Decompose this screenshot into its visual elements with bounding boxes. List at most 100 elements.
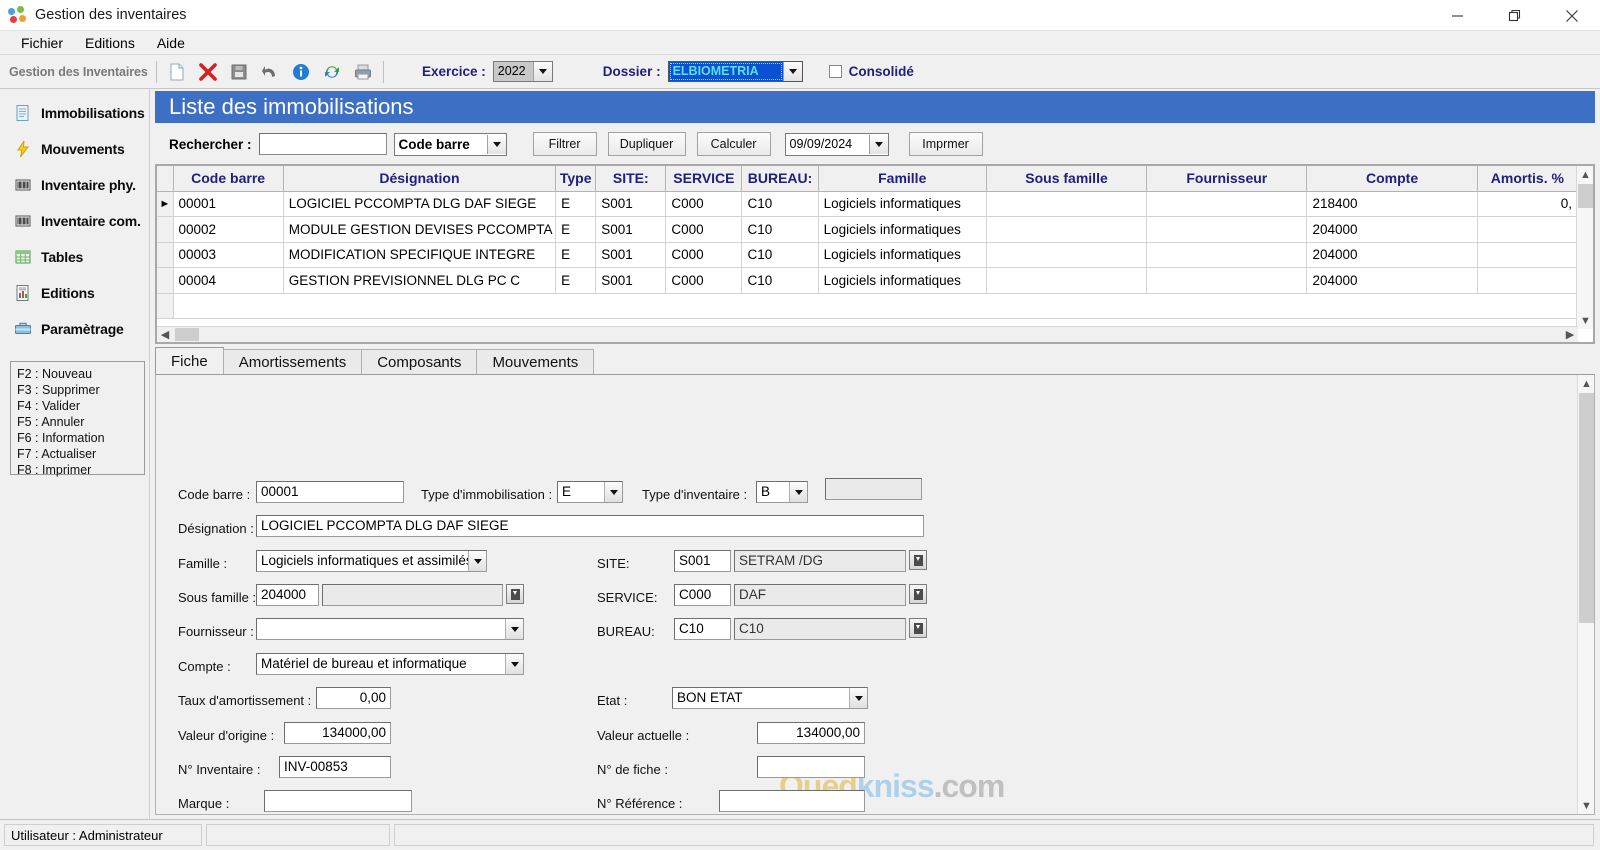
col-designation[interactable]: Désignation [283, 166, 557, 192]
grid-vertical-scrollbar[interactable]: ▲ ▼ [1576, 166, 1593, 329]
form-vertical-scrollbar[interactable]: ▲ ▼ [1577, 375, 1594, 814]
menu-fichier[interactable]: Fichier [10, 33, 74, 53]
close-icon[interactable] [1543, 0, 1600, 31]
sidebar-item-mouvements[interactable]: Mouvements [0, 131, 149, 167]
col-compte[interactable]: Compte [1306, 166, 1478, 192]
dupliquer-button[interactable]: Dupliquer [607, 132, 686, 156]
tab-composants[interactable]: Composants [361, 349, 478, 375]
col-bureau[interactable]: BUREAU: [741, 166, 819, 192]
service-text-input[interactable]: DAF [734, 584, 906, 606]
print-icon[interactable] [353, 62, 373, 82]
table-row[interactable]: 00004 GESTION PREVISIONNEL DLG PC C E S0… [157, 267, 1579, 294]
compte-select[interactable]: Matériel de bureau et informatique [256, 653, 524, 675]
status-cell-3 [394, 824, 1594, 846]
site-code-input[interactable]: S001 [674, 550, 731, 572]
sidebar-item-inventaire-com[interactable]: Inventaire com. [0, 203, 149, 239]
service-lookup-button[interactable] [909, 584, 927, 604]
save-icon[interactable] [229, 62, 249, 82]
num-inventaire-input[interactable]: INV-00853 [279, 756, 391, 778]
h-scroll-thumb[interactable] [175, 328, 199, 341]
designation-input[interactable]: LOGICIEL PCCOMPTA DLG DAF SIEGE [256, 515, 924, 537]
famille-value: Logiciels informatiques et assimilés . [261, 553, 468, 568]
type-immobilisation-value: E [562, 484, 572, 499]
sidebar-item-tables[interactable]: Tables [0, 239, 149, 275]
search-input[interactable] [258, 133, 387, 155]
sidebar-item-parametrage[interactable]: Paramètrage [0, 311, 149, 347]
etat-select[interactable]: BON ETAT [672, 687, 868, 709]
col-famille[interactable]: Famille [818, 166, 987, 192]
table-row[interactable]: 00002 MODULE GESTION DEVISES PCCOMPTA E … [157, 216, 1579, 243]
consolide-checkbox-group[interactable]: Consolidé [828, 64, 914, 79]
new-document-icon[interactable] [167, 62, 187, 82]
col-fournisseur[interactable]: Fournisseur [1146, 166, 1308, 192]
row-selector[interactable] [157, 216, 174, 243]
restore-icon[interactable] [1486, 0, 1543, 31]
row-selector[interactable]: ► [157, 191, 174, 217]
tab-fiche[interactable]: Fiche [155, 347, 224, 375]
undo-icon[interactable] [260, 62, 280, 82]
menu-editions[interactable]: Editions [74, 33, 146, 53]
num-fiche-input[interactable] [757, 756, 865, 778]
site-text-input[interactable]: SETRAM /DG [734, 550, 906, 572]
sous-famille-lookup-button[interactable] [506, 584, 524, 604]
num-reference-input[interactable] [719, 790, 865, 812]
valeur-origine-input[interactable]: 134000,00 [284, 722, 391, 744]
row-selector[interactable] [157, 242, 174, 268]
minimize-icon[interactable] [1429, 0, 1486, 31]
refresh-icon[interactable] [322, 62, 342, 82]
row-selector[interactable] [157, 267, 174, 294]
famille-select[interactable]: Logiciels informatiques et assimilés . [256, 550, 487, 572]
imprimer-button[interactable]: Imprmer [908, 132, 983, 156]
date-select[interactable]: 09/09/2024 [784, 132, 889, 156]
marque-input[interactable] [264, 790, 412, 812]
table-row[interactable]: ► 00001 LOGICIEL PCCOMPTA DLG DAF SIEGE … [157, 191, 1579, 217]
col-site[interactable]: SITE: [595, 166, 667, 192]
type-inventaire-select[interactable]: B [756, 481, 808, 503]
exercice-select[interactable]: 2022 [492, 61, 553, 82]
bureau-lookup-button[interactable] [909, 618, 927, 638]
sidebar-item-label: Mouvements [41, 141, 125, 157]
col-service[interactable]: SERVICE [665, 166, 743, 192]
site-lookup-button[interactable] [909, 550, 927, 570]
sidebar-item-inventaire-phy[interactable]: Inventaire phy. [0, 167, 149, 203]
bureau-text-input[interactable]: C10 [734, 618, 906, 640]
valeur-actuelle-input[interactable]: 134000,00 [757, 722, 865, 744]
menu-aide[interactable]: Aide [146, 33, 196, 53]
information-icon[interactable] [291, 62, 311, 82]
filtrer-button[interactable]: Filtrer [532, 132, 597, 156]
scroll-thumb[interactable] [1579, 393, 1594, 623]
col-amortis[interactable]: Amortis. % [1477, 166, 1579, 192]
extra-input[interactable] [825, 478, 922, 500]
scroll-right-icon[interactable]: ▶ [1562, 327, 1578, 343]
consolide-checkbox[interactable] [828, 65, 842, 78]
scroll-thumb[interactable] [1578, 184, 1593, 208]
scroll-left-icon[interactable]: ◀ [157, 327, 173, 343]
sidebar-item-editions[interactable]: Editions [0, 275, 149, 311]
search-field-select[interactable]: Code barre [393, 132, 507, 156]
scroll-down-icon[interactable]: ▼ [1577, 312, 1593, 329]
bureau-code-input[interactable]: C10 [674, 618, 731, 640]
col-code-barre[interactable]: Code barre [173, 166, 284, 192]
tab-mouvements[interactable]: Mouvements [476, 349, 595, 375]
col-sous-famille[interactable]: Sous famille [986, 166, 1148, 192]
sous-famille-text-input[interactable] [322, 584, 503, 606]
fournisseur-select[interactable] [256, 618, 524, 640]
fiche-form: Ouedkniss.com Code barre : 00001 Type d'… [155, 374, 1595, 815]
sous-famille-code-input[interactable]: 204000 [256, 584, 319, 606]
scroll-down-icon[interactable]: ▼ [1578, 797, 1594, 814]
tab-amortissements[interactable]: Amortissements [222, 349, 363, 375]
delete-red-x-icon[interactable] [198, 62, 218, 82]
table-row[interactable]: 00003 MODIFICATION SPECIFIQUE INTEGRE E … [157, 242, 1579, 268]
dossier-select[interactable]: ELBIOMETRIA [667, 61, 803, 82]
type-immobilisation-select[interactable]: E [557, 481, 623, 503]
scroll-up-icon[interactable]: ▲ [1577, 166, 1593, 183]
grid-horizontal-scrollbar[interactable]: ◀ ▶ [157, 326, 1578, 342]
code-barre-input[interactable]: 00001 [256, 481, 404, 503]
sidebar-item-immobilisations[interactable]: Immobilisations [0, 95, 149, 131]
service-code-input[interactable]: C000 [674, 584, 731, 606]
cell-amortis [1477, 216, 1579, 243]
calculer-button[interactable]: Calculer [696, 132, 771, 156]
col-type[interactable]: Type [555, 166, 597, 192]
taux-amortissement-input[interactable]: 0,00 [316, 687, 391, 709]
scroll-up-icon[interactable]: ▲ [1578, 375, 1594, 392]
